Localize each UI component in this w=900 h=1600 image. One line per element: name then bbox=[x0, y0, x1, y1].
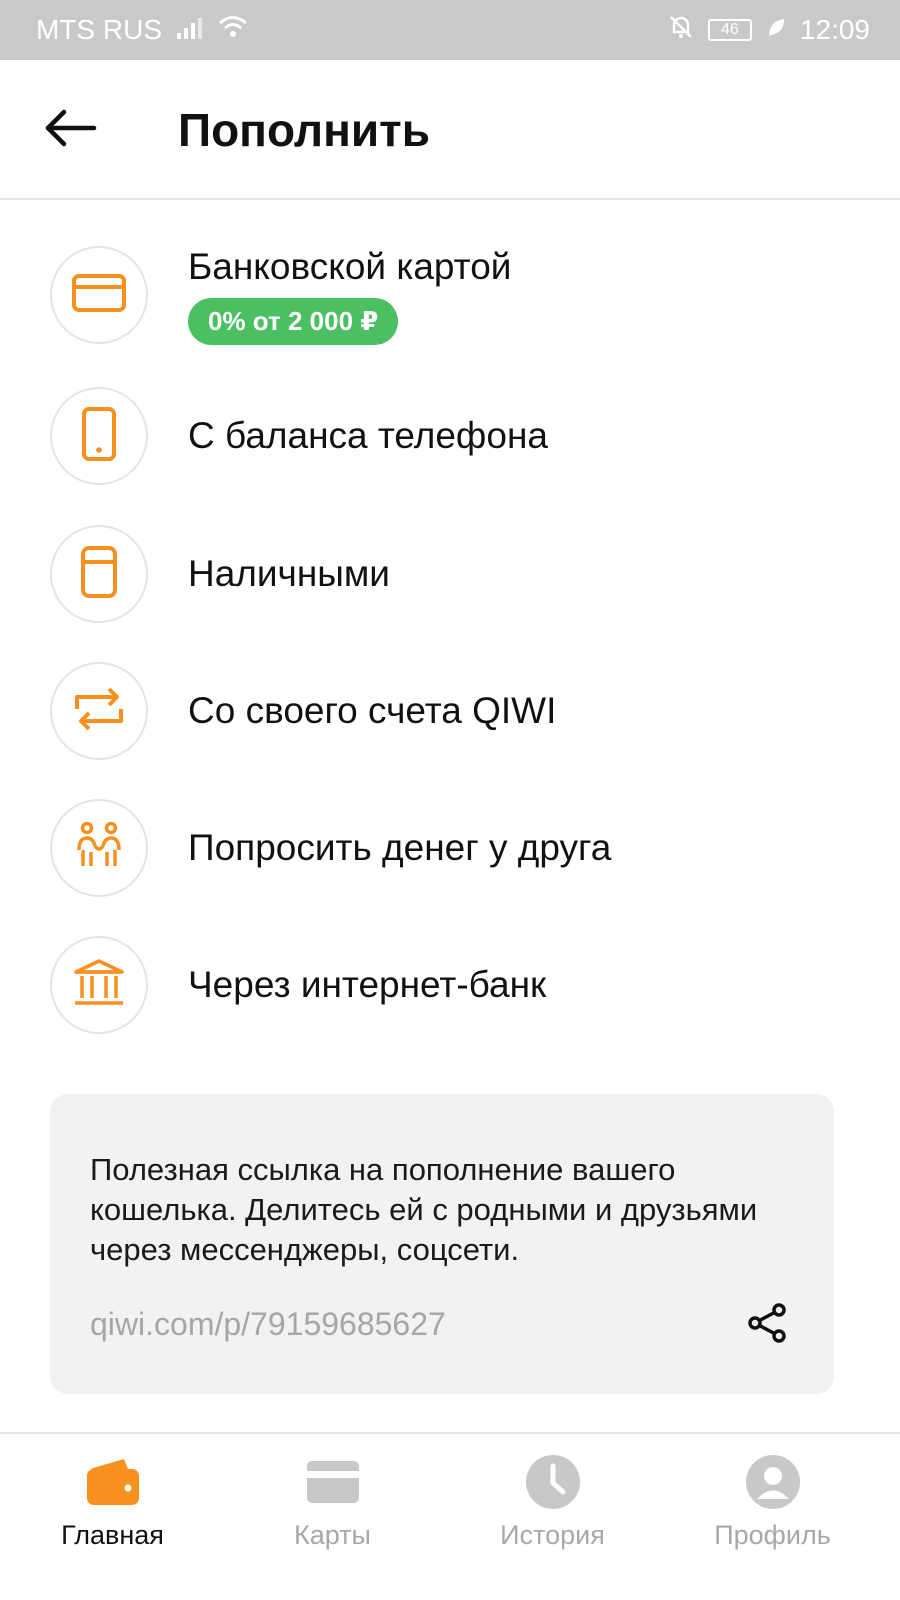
bank-card-icon bbox=[71, 271, 127, 320]
method-label: С баланса телефона bbox=[188, 415, 548, 456]
bank-building-icon bbox=[72, 958, 126, 1013]
method-text: Со своего счета QIWI bbox=[188, 690, 556, 732]
signal-icon bbox=[176, 14, 204, 46]
page-title: Пополнить bbox=[178, 104, 430, 156]
app-bar: Пополнить bbox=[0, 60, 900, 200]
arrow-left-icon bbox=[42, 108, 98, 153]
status-left: MTS RUS bbox=[36, 14, 248, 46]
method-icon-circle bbox=[50, 662, 148, 760]
wallet-link[interactable]: qiwi.com/p/79159685627 bbox=[90, 1306, 446, 1343]
method-icon-circle bbox=[50, 387, 148, 485]
cards-icon bbox=[220, 1450, 445, 1514]
carrier-label: MTS RUS bbox=[36, 14, 162, 45]
nav-label: Карты bbox=[294, 1520, 371, 1550]
profile-icon bbox=[660, 1450, 885, 1514]
method-label: Наличными bbox=[188, 553, 390, 594]
wallet-icon bbox=[0, 1450, 225, 1514]
method-bank-card[interactable]: Банковской картой 0% от 2 000 ₽ bbox=[0, 232, 900, 358]
status-right: 46 12:09 bbox=[668, 14, 870, 47]
share-button[interactable] bbox=[742, 1300, 792, 1350]
nav-label: Профиль bbox=[714, 1520, 831, 1550]
cash-icon bbox=[79, 544, 119, 605]
nav-history[interactable]: История bbox=[440, 1434, 665, 1600]
method-text: Через интернет-банк bbox=[188, 964, 546, 1006]
share-icon bbox=[747, 1302, 787, 1348]
method-icon-circle bbox=[50, 246, 148, 344]
battery-icon: 46 bbox=[707, 19, 752, 41]
leaf-icon bbox=[766, 14, 786, 46]
share-description: Полезная ссылка на пополнение вашего кош… bbox=[90, 1152, 758, 1267]
friends-icon bbox=[73, 820, 125, 877]
nav-profile[interactable]: Профиль bbox=[660, 1434, 885, 1600]
clock-icon bbox=[440, 1450, 665, 1514]
method-icon-circle bbox=[50, 525, 148, 623]
mute-bell-icon bbox=[668, 14, 694, 47]
method-cash[interactable]: Наличными bbox=[0, 514, 900, 634]
method-internet-bank[interactable]: Через интернет-банк bbox=[0, 925, 900, 1045]
bottom-nav: Главная Карты История Профиль bbox=[0, 1432, 900, 1600]
fee-badge: 0% от 2 000 ₽ bbox=[188, 298, 399, 345]
method-ask-friend[interactable]: Попросить денег у друга bbox=[0, 788, 900, 908]
nav-cards[interactable]: Карты bbox=[220, 1434, 445, 1600]
nav-label: История bbox=[500, 1520, 605, 1550]
share-link-card: Полезная ссылка на пополнение вашего кош… bbox=[50, 1094, 834, 1394]
method-text: Наличными bbox=[188, 553, 390, 595]
clock-time: 12:09 bbox=[799, 14, 870, 45]
method-label: Попросить денег у друга bbox=[188, 827, 612, 868]
method-text: Банковской картой 0% от 2 000 ₽ bbox=[188, 246, 511, 345]
method-icon-circle bbox=[50, 799, 148, 897]
method-text: Попросить денег у друга bbox=[188, 827, 611, 869]
phone-icon bbox=[79, 406, 119, 467]
method-label: Банковской картой bbox=[188, 246, 512, 287]
method-label: Через интернет-банк bbox=[188, 964, 547, 1005]
method-label: Со своего счета QIWI bbox=[188, 690, 557, 731]
nav-home[interactable]: Главная bbox=[0, 1434, 225, 1600]
method-qiwi-account[interactable]: Со своего счета QIWI bbox=[0, 651, 900, 771]
method-phone-balance[interactable]: С баланса телефона bbox=[0, 376, 900, 496]
status-bar: MTS RUS 46 12:09 bbox=[0, 0, 900, 60]
transfer-arrows-icon bbox=[71, 685, 127, 738]
wifi-icon bbox=[218, 14, 248, 46]
method-text: С баланса телефона bbox=[188, 415, 548, 457]
method-icon-circle bbox=[50, 936, 148, 1034]
nav-label: Главная bbox=[61, 1520, 164, 1550]
back-button[interactable] bbox=[38, 100, 102, 160]
